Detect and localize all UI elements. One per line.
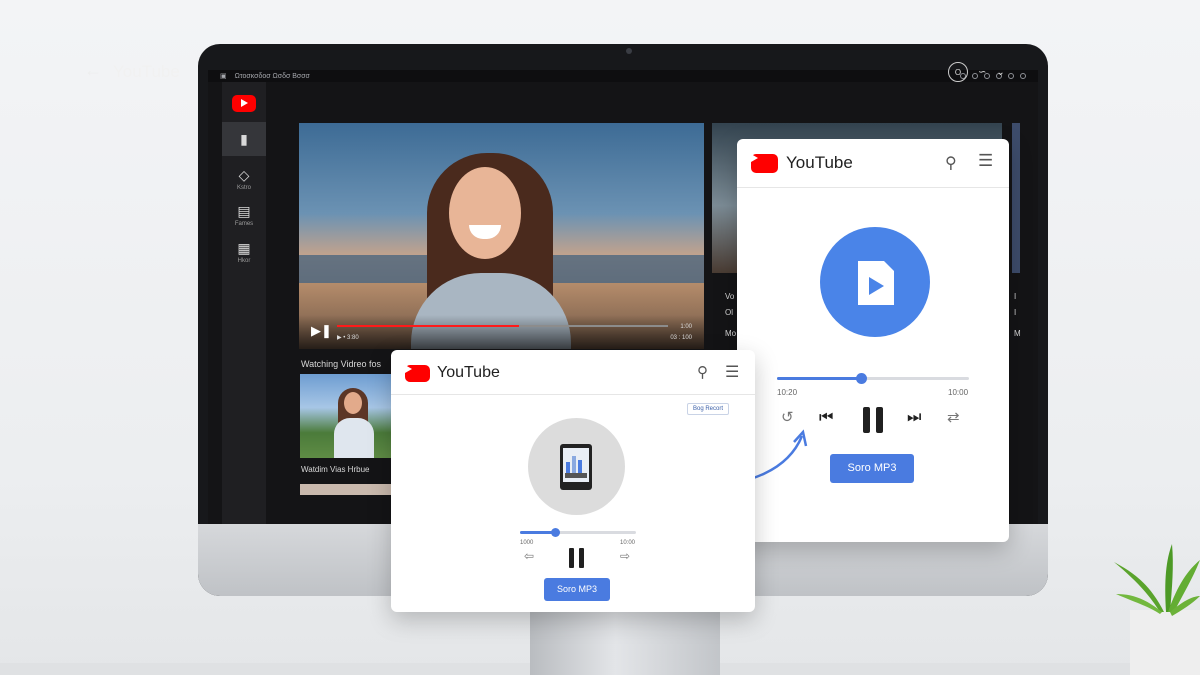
plant-decoration [1114,544,1200,675]
video-file-icon [858,261,894,305]
popup-brand: YouTube [786,153,853,172]
sidebar: ▮ ◇ Kstro ▤ Fames ▦ Hkor [222,82,266,524]
edge-label: I [1014,308,1017,317]
youtube-logo-icon [751,154,778,173]
playback-slider-knob[interactable] [856,373,868,384]
music-file-icon: ▦ [237,240,251,256]
sidebar-item-label: Hkor [237,258,251,264]
pin-icon[interactable]: ⚲ [945,153,957,173]
thumbnail-subject-body [334,418,374,458]
menu-bar-text: Ωτοσκσδοσ Ωσδσ Βσσσ [234,72,310,80]
list-item-thumbnail[interactable] [300,484,392,495]
tray-icon[interactable] [1020,73,1026,79]
playback-time-end: 10:00 [620,540,636,546]
rewind-icon[interactable]: ⇦ [524,549,534,563]
account-label: O [954,67,962,77]
list-item-thumbnail[interactable] [300,374,392,458]
camera [626,48,632,54]
pause-icon[interactable] [863,407,883,433]
edge-label: M [1014,329,1021,338]
sidebar-item-file[interactable]: ▮ [222,131,266,147]
youtube-logo-icon[interactable] [232,95,256,112]
clapper-icon: ▤ [237,203,251,219]
tray-icon[interactable] [1008,73,1014,79]
apple-icon: ▣ [220,73,227,80]
record-badge[interactable]: Bog Recort [687,403,730,415]
file-icon: ▮ [240,131,248,147]
sidebar-item-fames[interactable]: ▤ Fames [222,203,266,227]
diamond-icon: ◇ [238,167,250,183]
related-video-title: Mo [725,329,737,338]
video-progress-track[interactable] [337,325,668,327]
video-time-remaining: 03 : 100 [670,335,692,341]
file-disc [820,227,930,337]
shuffle-icon[interactable]: ⇄ [947,408,960,426]
video-controls [299,315,704,349]
playback-slider-fill [520,531,555,534]
playback-time-start: 10:20 [777,388,798,397]
account-button[interactable]: O [948,62,968,82]
playback-slider[interactable] [520,528,636,537]
skip-next-icon[interactable]: ⏭ [907,409,921,427]
thumbnail-subject-face [344,392,362,414]
video-subject-face [449,167,521,259]
related-video-thumbnail[interactable] [1012,123,1020,273]
pin-icon[interactable]: ⚲ [697,363,708,381]
header-actions: O ∽ ⌄ [948,62,1005,82]
hamburger-menu-icon[interactable]: ☰ [725,362,739,382]
video-time-total: 1:00 [680,324,692,330]
sidebar-item-label: Kstro [236,185,251,191]
chevron-down-icon[interactable]: ⌄ [996,67,1004,78]
sidebar-item-hkor[interactable]: ▦ Hkor [222,240,266,264]
list-item-title: Watdim Vias Hrbue [301,465,370,474]
related-video-title: Ol [725,308,733,317]
video-progress-fill [337,325,520,327]
save-mp3-button[interactable]: Soro MP3 [544,578,610,601]
system-menu-bar: ▣ Ωτοσκσδοσ Ωσδσ Βσσσ [208,70,1038,82]
sidebar-item-label: Fames [234,221,254,227]
sidebar-item-kstro[interactable]: ◇ Kstro [222,167,266,191]
playback-time-end: 10:00 [948,388,969,397]
edge-label: I [1014,292,1017,301]
back-arrow-icon[interactable]: ← [84,60,102,81]
tablet-disc [528,418,625,515]
cast-icon[interactable]: ∽ [978,67,986,78]
video-player[interactable]: ▶❚ ▶ • 3:80 1:00 03 : 100 [299,123,704,349]
related-video-title: Vo [725,292,735,301]
save-mp3-button[interactable]: Soro MP3 [830,454,914,483]
tablet-icon [560,444,592,490]
play-pause-icon[interactable]: ▶❚ [311,323,332,339]
section-title: Watching Vidreo fos [301,359,382,369]
video-time-current: ▶ • 3:80 [337,335,359,341]
pause-icon[interactable] [569,548,584,568]
page-title: YouTube [113,62,180,81]
hamburger-menu-icon[interactable]: ☰ [978,151,993,171]
playback-slider[interactable] [777,373,969,384]
playback-slider-knob[interactable] [550,528,560,537]
forward-icon[interactable]: ⇨ [620,549,630,563]
playback-time-start: 1000 [520,540,534,546]
playback-slider-fill [777,377,862,380]
skip-previous-icon[interactable]: ⏮ [819,409,833,427]
popup-brand: YouTube [437,364,500,381]
youtube-logo-icon [405,365,430,382]
mp3-converter-popup-small: YouTube ⚲ ☰ Bog Recort 1000 10:00 ⇦ ⇨ So… [391,350,755,612]
